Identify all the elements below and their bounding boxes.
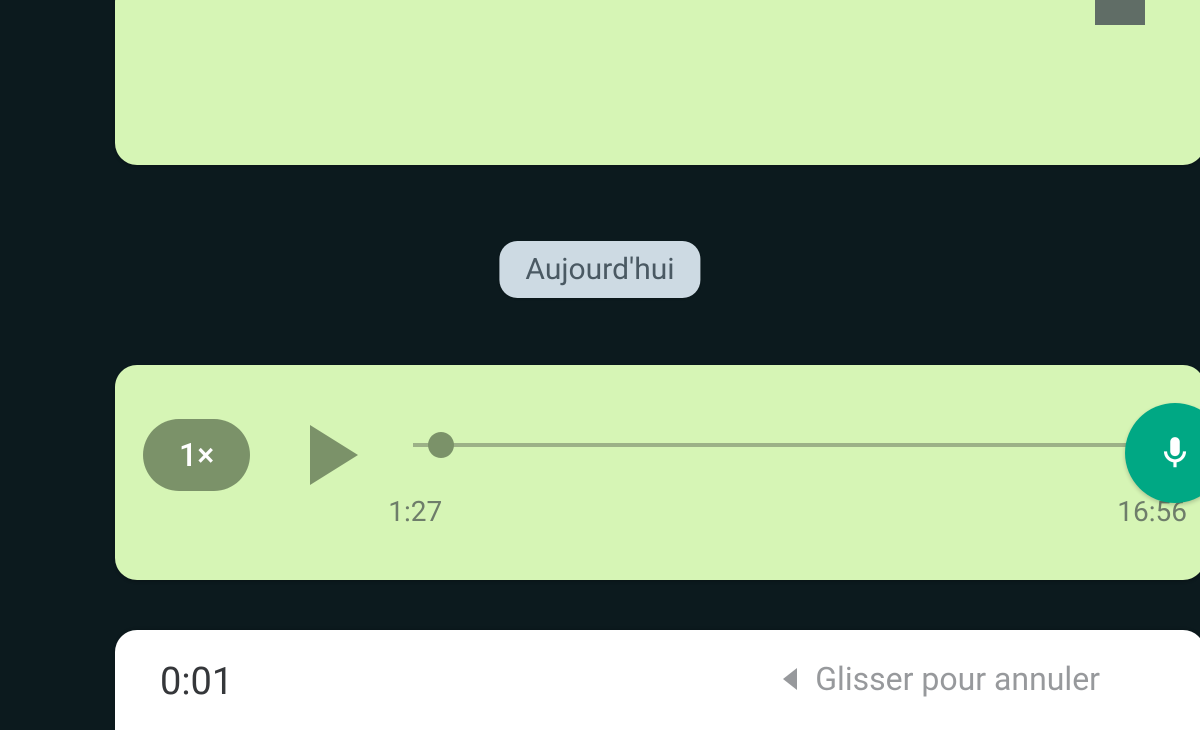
progress-track[interactable] [413, 443, 1177, 447]
voice-progress-area[interactable]: 1:27 16:56 [413, 365, 1177, 580]
chevron-left-icon [783, 668, 797, 690]
recording-input-bar[interactable]: 0:01 Glisser pour annuler [115, 630, 1200, 730]
voice-message-bubble[interactable]: 1× 1:27 16:56 [115, 365, 1200, 580]
date-separator: Aujourd'hui [499, 241, 700, 298]
recording-timer: 0:01 [160, 660, 233, 704]
voice-duration: 1:27 [388, 495, 442, 528]
playback-speed-button[interactable]: 1× [143, 419, 250, 491]
message-bubble[interactable] [115, 0, 1200, 165]
chat-container: Aujourd'hui 1× 1:27 16:56 0:01 Glisser p… [0, 0, 1200, 700]
partial-element [1095, 0, 1145, 25]
speed-label: 1× [179, 436, 214, 474]
date-label: Aujourd'hui [525, 252, 674, 287]
play-button[interactable] [310, 425, 358, 485]
slide-to-cancel[interactable]: Glisser pour annuler [783, 660, 1100, 698]
progress-thumb[interactable] [428, 432, 454, 458]
microphone-icon [1156, 427, 1194, 479]
cancel-hint-label: Glisser pour annuler [815, 660, 1100, 698]
